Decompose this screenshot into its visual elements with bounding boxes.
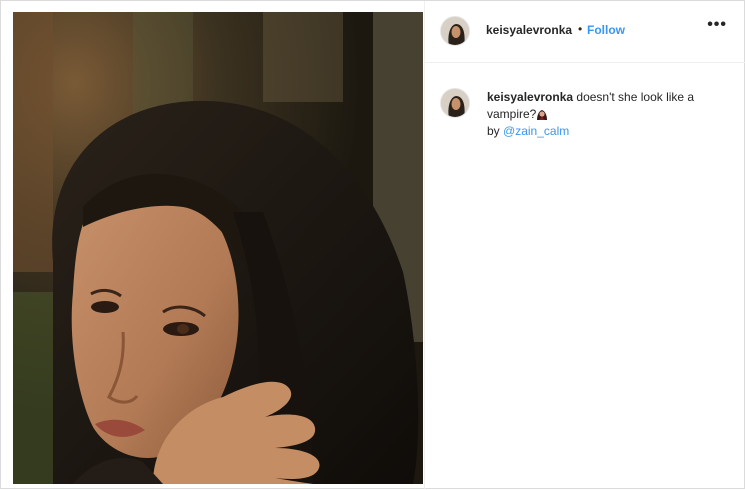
vampire-woman-emoji-icon (536, 108, 548, 120)
follow-button[interactable]: Follow (587, 23, 625, 37)
post-modal: keisyalevronka • Follow ••• keisyalevron… (0, 0, 745, 490)
post-username[interactable]: keisyalevronka (486, 23, 572, 37)
post-side-panel: keisyalevronka • Follow ••• keisyalevron… (424, 1, 745, 490)
post-header: keisyalevronka • Follow ••• (425, 1, 745, 63)
caption-username[interactable]: keisyalevronka (487, 90, 573, 104)
caption-by-label: by (487, 124, 500, 138)
caption-user-avatar[interactable] (440, 88, 470, 118)
caption-mention-link[interactable]: @zain_calm (503, 124, 569, 138)
separator-dot: • (578, 22, 583, 36)
caption-text: keisyalevronka doesn't she look like a v… (487, 89, 727, 140)
user-avatar[interactable] (440, 16, 470, 46)
post-photo[interactable] (13, 12, 423, 484)
more-options-icon[interactable]: ••• (707, 16, 727, 34)
